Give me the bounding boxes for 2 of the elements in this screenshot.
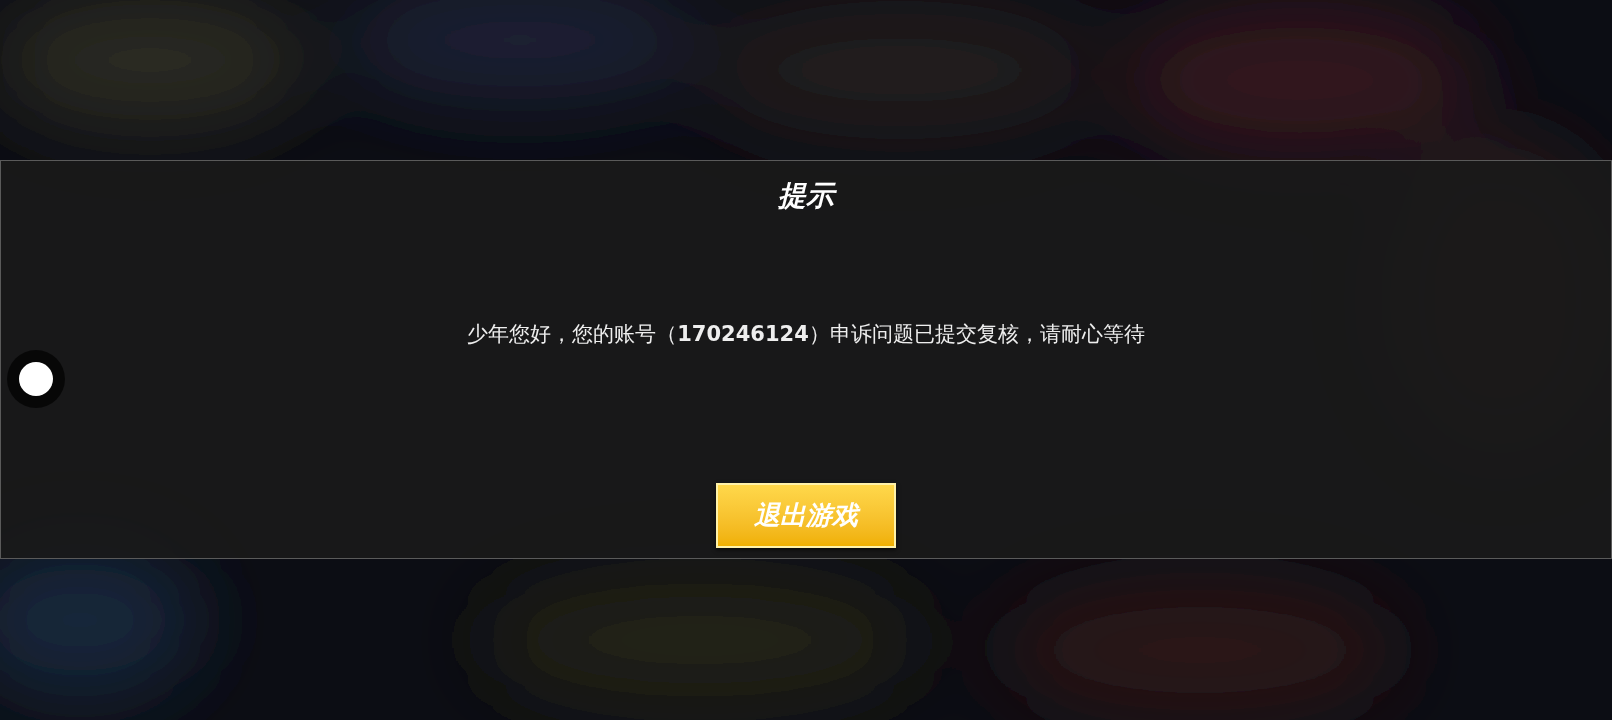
dialog-message: 少年您好，您的账号（170246124）申诉问题已提交复核，请耐心等待	[467, 321, 1145, 348]
exit-game-button[interactable]: 退出游戏	[716, 482, 896, 548]
